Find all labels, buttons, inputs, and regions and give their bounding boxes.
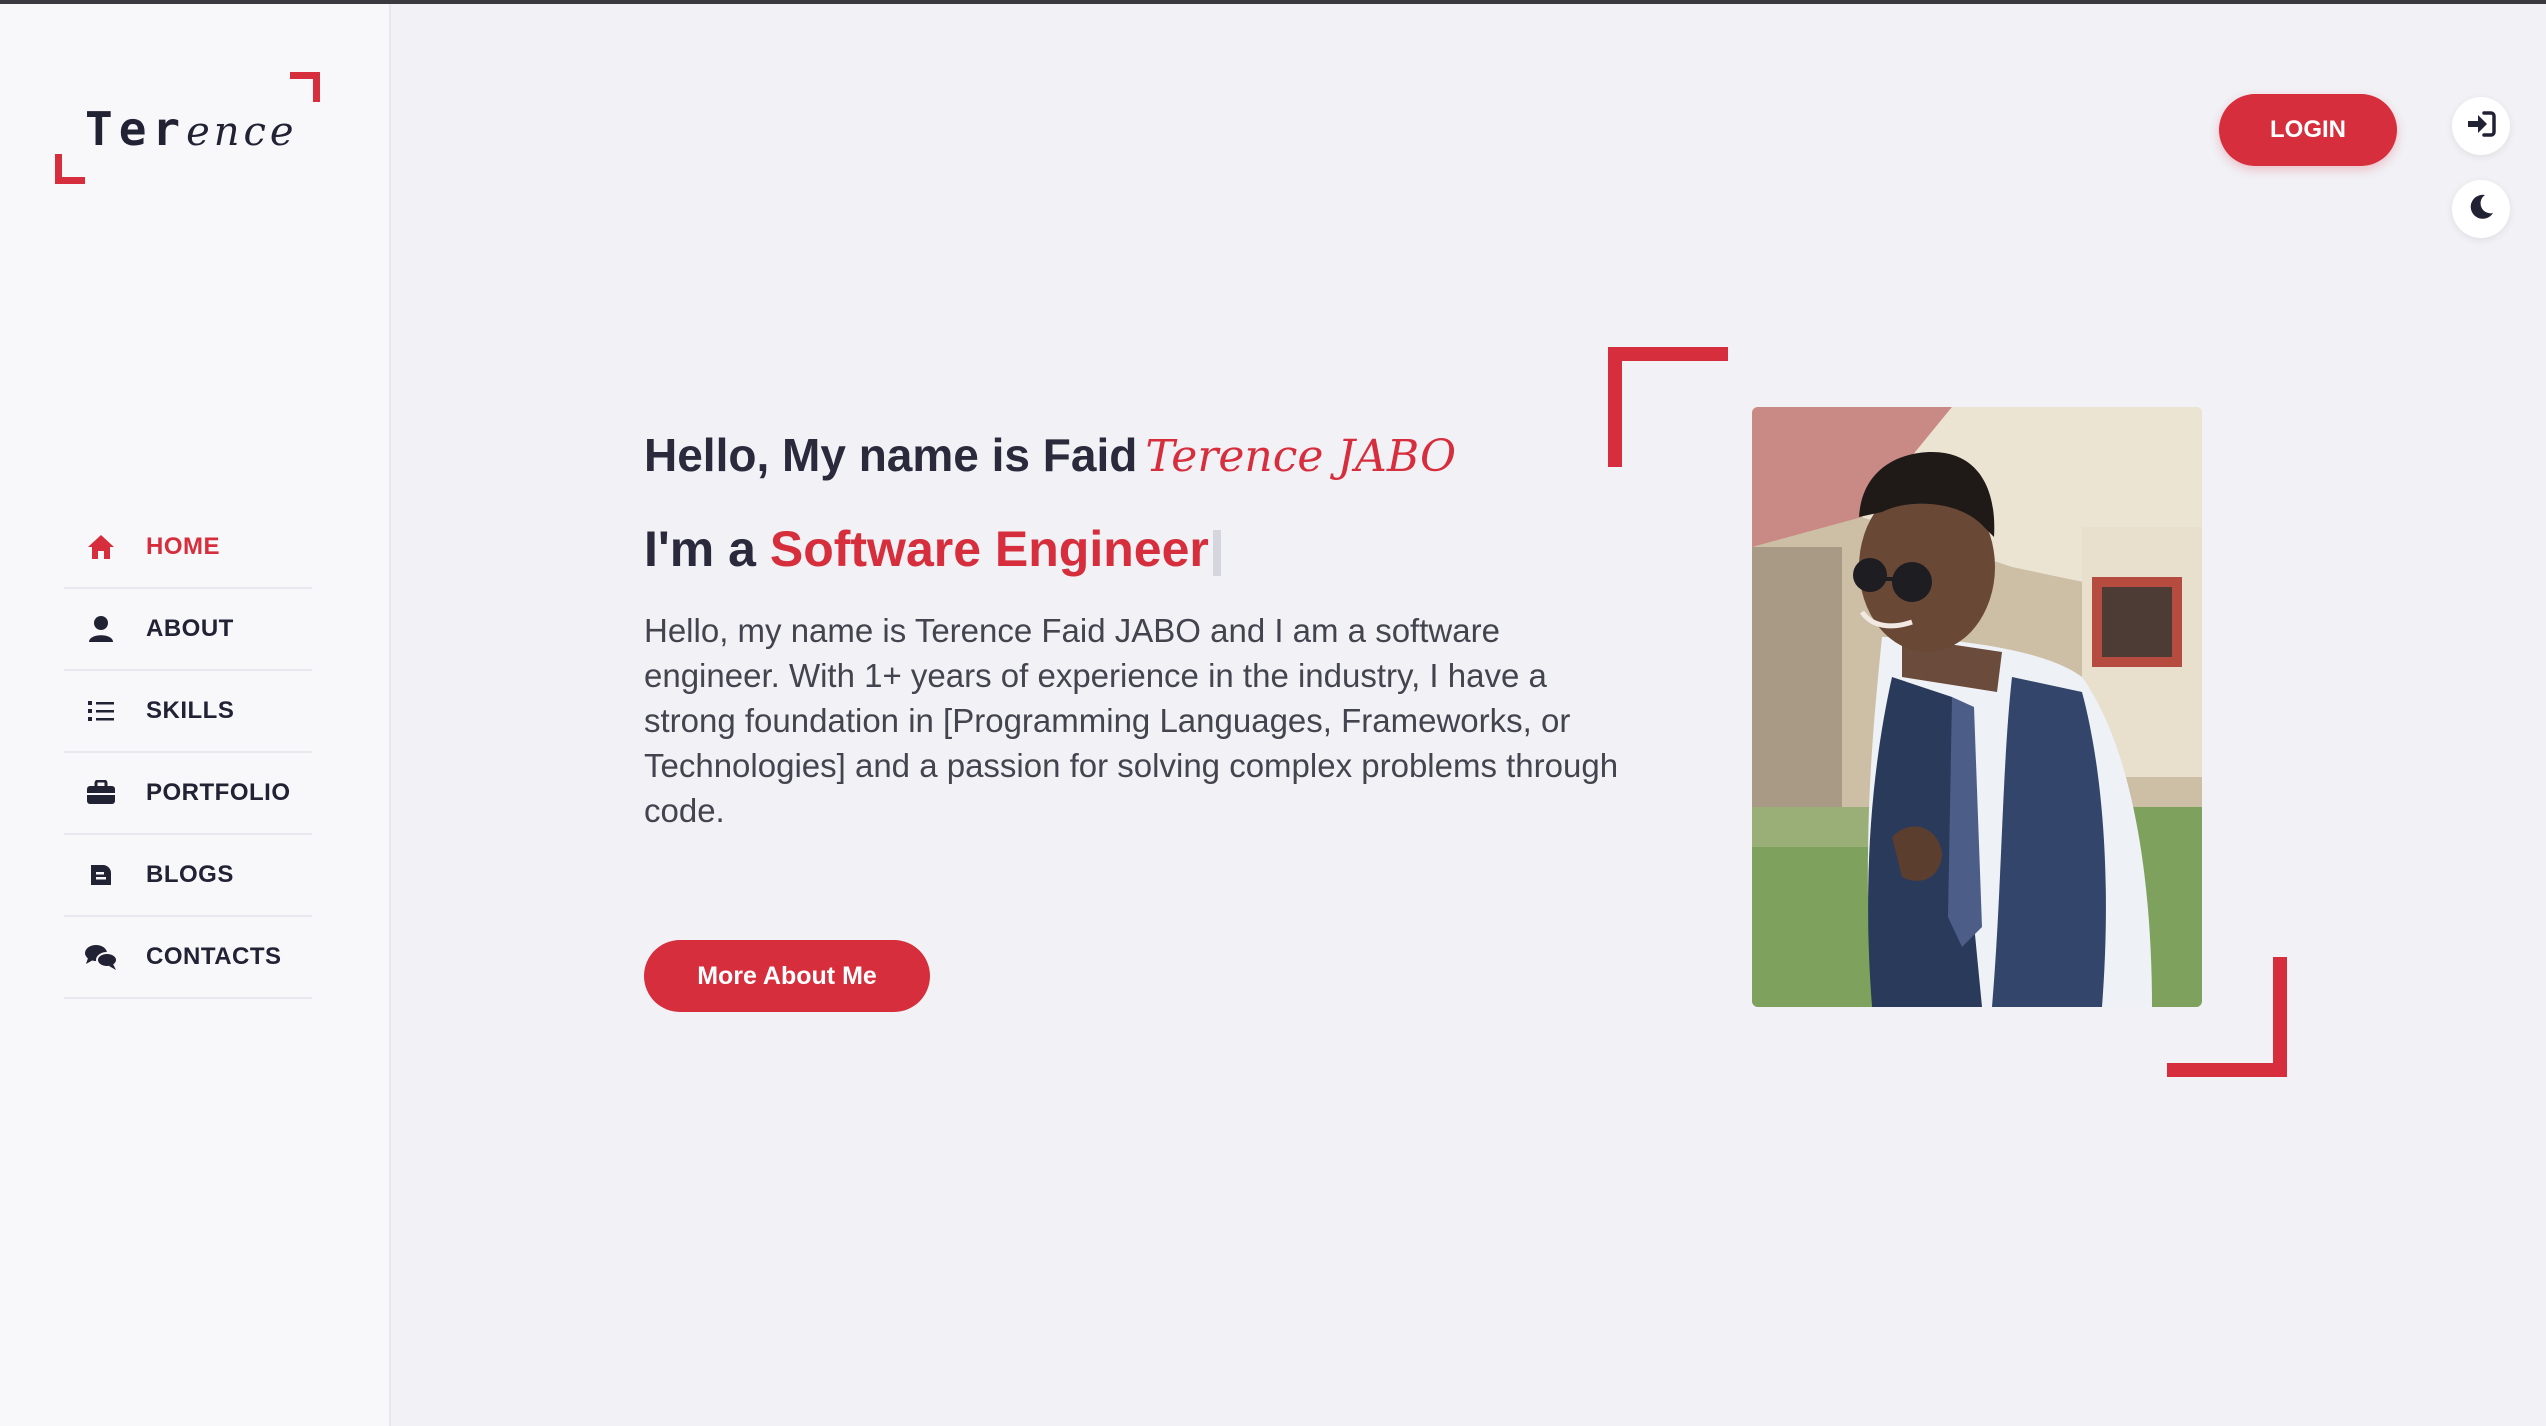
site-logo[interactable]: Terence bbox=[55, 72, 323, 184]
nav-item-portfolio[interactable]: PORTFOLIO bbox=[64, 753, 312, 835]
moon-icon bbox=[2467, 193, 2495, 225]
photo-frame-top-left bbox=[1608, 347, 1728, 467]
logo-corner-top-right bbox=[290, 72, 320, 102]
nav-label-contacts: CONTACTS bbox=[146, 943, 282, 970]
logo-text-italic: ence bbox=[186, 109, 298, 155]
nav-item-skills[interactable]: SKILLS bbox=[64, 671, 312, 753]
theme-toggle-button[interactable] bbox=[2452, 180, 2510, 238]
logo-text-bold: Ter bbox=[85, 102, 187, 156]
nav-item-home[interactable]: HOME bbox=[64, 507, 312, 589]
sign-in-icon bbox=[2466, 110, 2496, 142]
nav-item-about[interactable]: ABOUT bbox=[64, 589, 312, 671]
nav-item-blogs[interactable]: BLOGS bbox=[64, 835, 312, 917]
hero-description: Hello, my name is Terence Faid JABO and … bbox=[644, 612, 1619, 829]
profile-photo bbox=[1752, 407, 2202, 1007]
sign-in-button[interactable] bbox=[2452, 97, 2510, 155]
hero-greeting: Hello, My name is Faid Terence JABO bbox=[644, 428, 1456, 482]
home-icon bbox=[84, 530, 118, 564]
nav-label-blogs: BLOGS bbox=[146, 861, 234, 888]
chat-icon bbox=[84, 940, 118, 974]
nav-item-contacts[interactable]: CONTACTS bbox=[64, 917, 312, 999]
briefcase-icon bbox=[84, 776, 118, 810]
greeting-text: Hello, My name is Faid bbox=[644, 429, 1138, 481]
nav-label-home: HOME bbox=[146, 533, 220, 560]
logo-corner-bottom-left bbox=[55, 154, 85, 184]
nav-label-about: ABOUT bbox=[146, 615, 234, 642]
main-nav: HOME ABOUT SKILLS PORTFOLIO BLOGS CONTAC… bbox=[64, 507, 312, 999]
nav-label-skills: SKILLS bbox=[146, 697, 235, 724]
sidebar: Terence HOME ABOUT SKILLS PORTFOLIO BLOG… bbox=[0, 4, 391, 1426]
name-script: Terence JABO bbox=[1145, 431, 1457, 482]
role-highlight: Software Engineer bbox=[769, 521, 1209, 577]
hero-role: I'm a Software Engineer bbox=[644, 520, 1221, 578]
role-prefix: I'm a bbox=[644, 521, 756, 577]
nav-label-portfolio: PORTFOLIO bbox=[146, 779, 291, 806]
more-about-me-button[interactable]: More About Me bbox=[644, 940, 930, 1012]
typing-cursor bbox=[1212, 529, 1221, 576]
logo-text: Terence bbox=[85, 102, 298, 156]
user-icon bbox=[84, 612, 118, 646]
list-icon bbox=[84, 694, 118, 728]
login-button[interactable]: LOGIN bbox=[2219, 94, 2397, 166]
blog-icon bbox=[84, 858, 118, 892]
